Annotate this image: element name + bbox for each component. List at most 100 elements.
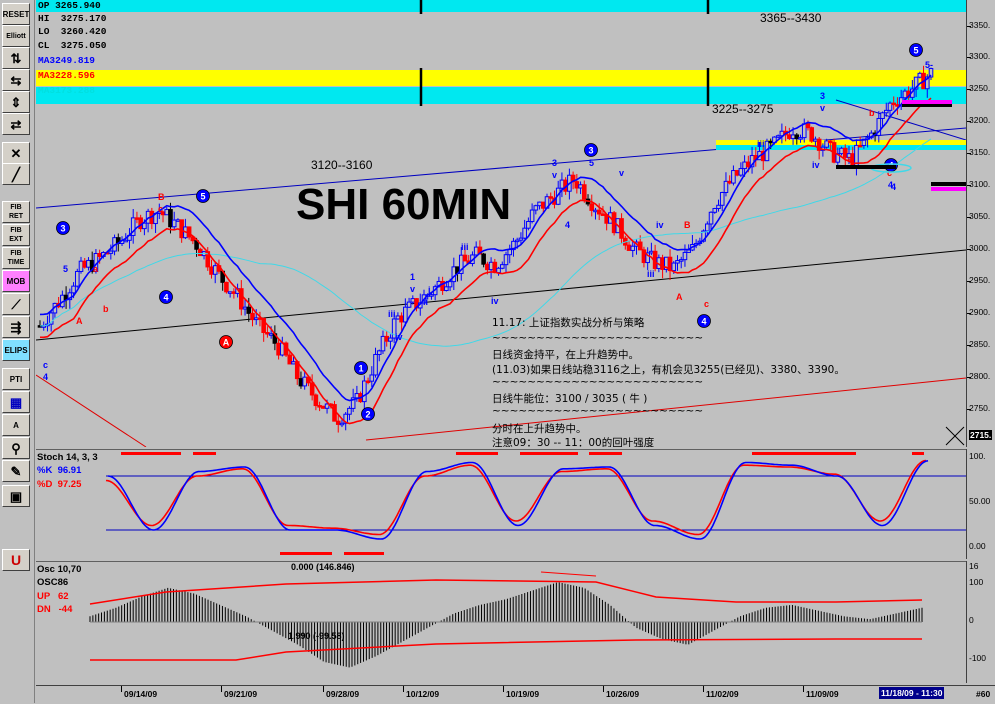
oscillator-svg [89,571,923,668]
stoch-axis: 100. 50.00 0.00 [966,449,995,559]
wave-label-22: iii [647,269,655,279]
price-bar-body [809,127,815,142]
stoch-ob-marker-1 [193,452,216,455]
oscillator-panel[interactable]: Osc 10,70 OSC86 UP 62 DN -44 0.000 (146.… [36,561,966,684]
wave-label-19: 5 [589,158,594,168]
wave-circle-label-4: 1 [358,364,363,374]
paint-button[interactable]: ✎ [2,460,30,482]
price-bar-body [540,201,546,209]
reset-button[interactable]: RESET [2,3,30,25]
price-bar-body [209,266,214,275]
wave-label-15: iv [491,296,499,306]
wave-label-35: 4 [891,182,896,192]
line-tool-button[interactable]: ╱ [2,163,30,185]
stoch-tick-1: 50.00 [969,496,991,506]
price-axis[interactable]: 3350. 3300. 3250. 3200. 3150. 3100. 3050. 3000.… [966,0,995,447]
price-tick-mark-0 [967,25,971,27]
price-bar-body [503,254,509,266]
stoch-ob-marker-2 [456,452,498,455]
left-toolbar: RESET Elliott ⇅ ⇆ ⇕ ⇄ ✕ ╱ FIB RET FIB EXT FIB TIME… [0,0,35,703]
wave-label-21: iv [656,220,664,230]
stoch-tick-2: 0.00 [969,541,986,551]
price-bar-body [298,378,304,387]
price-bar-body [801,123,807,139]
price-bar-body [514,239,520,243]
wave-label-6: 4 [43,372,48,382]
price-bar-body [339,422,345,426]
undo-button[interactable]: U [2,549,30,571]
red-trendline-left [36,374,147,447]
stochastic-panel[interactable]: Stoch 14, 3, 3 %K 96.91 %D 97.25 [36,449,966,560]
price-bar-body [533,205,539,211]
pti-button[interactable]: PTI [2,368,30,390]
price-bar-body [499,264,505,269]
price-bar-body [309,382,315,396]
price-chart-panel[interactable]: 354A123454BcaAbc451viiiiviiiiiiiv3v45viv… [36,0,966,447]
price-tick-10: 2850. [969,338,991,349]
note-line-2: 日线资金持平，在上升趋势中。 [492,349,639,361]
fan-tool-button[interactable]: ⟋ [2,293,30,315]
price-bar-body [164,209,170,216]
grid-button[interactable]: ▦ [2,391,30,413]
price-bar-body [775,135,781,138]
price-bar-body [813,138,818,142]
channel-tool-button[interactable]: ⇶ [2,316,30,338]
wave-label-3: A [76,316,83,326]
date-tick-1: 09/21/09 [224,689,258,699]
zoom-h-button[interactable]: ⇆ [2,69,30,91]
wave-label-5: c [43,360,48,370]
price-bar-body [828,140,833,144]
osc-bottom-label: 1.990 (-99.58) [288,631,345,641]
zoom-v-button[interactable]: ⇕ [2,91,30,113]
price-bar-body [462,254,468,262]
price-bar-body [362,380,367,403]
x-tool-button[interactable]: ✕ [2,142,30,164]
date-tick-mark-3 [403,686,404,692]
ma-fast-upper-line [39,74,932,402]
price-bar-body [481,253,486,265]
wave-label-18: 4 [565,220,570,230]
marker-black-2 [931,182,966,186]
price-bar-body [593,209,598,213]
ellipse-button[interactable]: ELIPS [2,339,30,361]
date-tick-6: 11/02/09 [706,689,739,699]
magnify-button[interactable]: ⚲ [2,437,30,459]
fib-time-button[interactable]: FIB TIME [2,247,30,269]
price-bar-body [507,249,513,256]
price-tick-2: 3250. [969,83,991,94]
wave-tool-button[interactable]: ⇅ [2,47,30,69]
price-bar-body [600,213,606,216]
price-bar-body [902,90,908,99]
price-tick-5: 3100. [969,179,991,190]
price-bar-body [731,170,736,184]
mob-button[interactable]: MOB [2,270,30,292]
zone-band-yellow [36,70,966,86]
price-bar-body [406,301,412,308]
fib-retracement-button[interactable]: FIB RET [2,201,30,223]
osc-title: Osc 10,70 [37,564,82,575]
price-bar-body [86,259,91,268]
cross-tool-button[interactable]: ⇄ [2,113,30,135]
price-bar-body [488,261,494,271]
price-bar-body [660,257,665,270]
wave-circle-label-2: 4 [163,293,168,303]
wave-label-17: v [552,170,557,180]
price-bar-body [410,298,416,303]
price-bar-body [373,353,378,376]
elliott-button[interactable]: Elliott [2,25,30,47]
wave-circle-label-5: 2 [365,410,370,420]
date-axis[interactable]: 09/14/09 09/21/09 09/28/09 10/12/09 10/19/09… [36,685,995,704]
price-bar-body [376,350,382,355]
zone-label-mid: 3225--3275 [712,102,774,116]
wave-label-11: iv [395,332,403,342]
date-tick-mark-7 [803,686,804,692]
price-bar-body [529,209,535,222]
text-tool-button[interactable]: A [2,414,30,436]
wave-label-30: b [869,108,875,118]
erase-button[interactable]: ▣ [2,485,30,507]
fib-extension-button[interactable]: FIB EXT [2,224,30,246]
date-tick-mark-4 [503,686,504,692]
price-bar-body [354,393,360,399]
note-line-8: 注意09：30 -- 11：00的回叶强度 [492,437,655,447]
price-bar-body [302,376,307,387]
